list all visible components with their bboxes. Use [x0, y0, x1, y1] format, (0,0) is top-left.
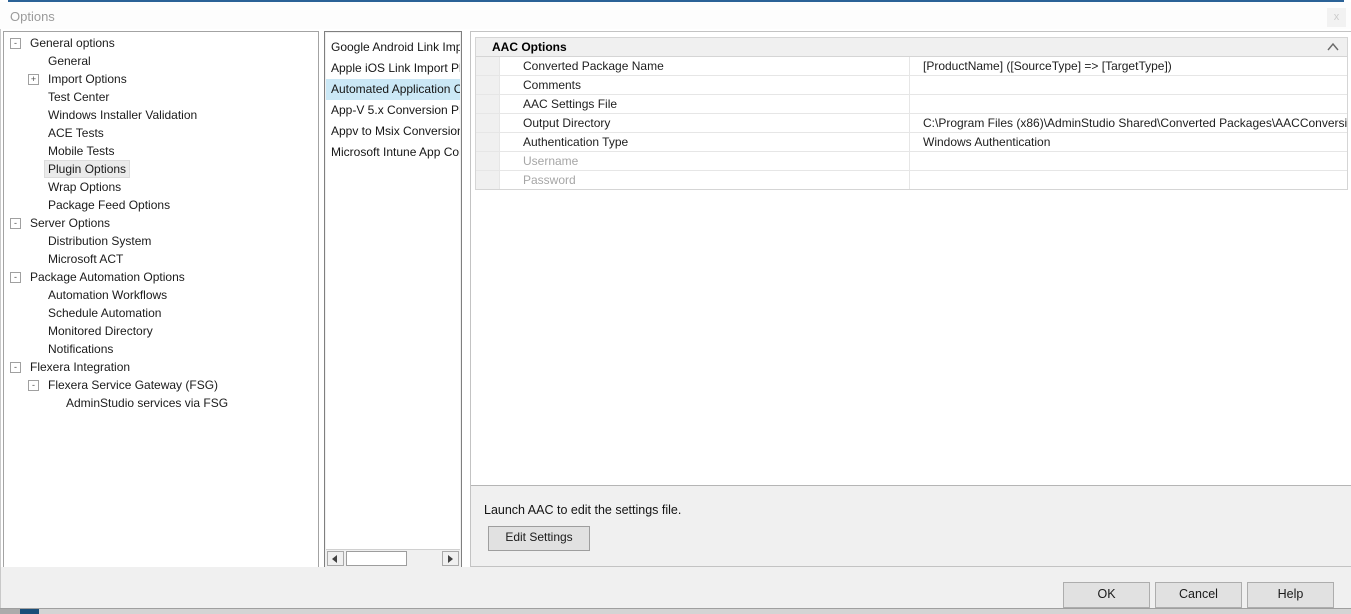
tree-item-windows-installer-validation[interactable]: Windows Installer Validation	[4, 106, 200, 124]
scrollbar-thumb[interactable]	[346, 551, 407, 566]
plugin-list-panel: Google Android Link Imp Apple iOS Link I…	[324, 31, 462, 568]
tree-item-package-automation-options[interactable]: -Package Automation Options	[4, 268, 188, 286]
titlebar: Options x	[0, 2, 1351, 29]
aac-options-title: AAC Options	[492, 38, 567, 56]
property-label: Output Directory	[500, 114, 910, 132]
help-button[interactable]: Help	[1247, 582, 1334, 608]
launch-aac-text: Launch AAC to edit the settings file.	[484, 503, 681, 517]
background-strip-blue	[20, 609, 39, 614]
property-label: AAC Settings File	[500, 95, 910, 113]
tree-item-flexera-service-gateway[interactable]: -Flexera Service Gateway (FSG)	[4, 376, 221, 394]
property-row-comments: Comments	[476, 76, 1347, 95]
tree-item-flexera-integration[interactable]: -Flexera Integration	[4, 358, 133, 376]
property-value-field[interactable]: [ProductName] ([SourceType] => [TargetTy…	[917, 57, 1347, 75]
background-strip	[0, 609, 1351, 614]
cancel-button[interactable]: Cancel	[1155, 582, 1242, 608]
window-title: Options	[10, 9, 55, 24]
tree-item-microsoft-act[interactable]: Microsoft ACT	[4, 250, 126, 268]
options-dialog: Options x -General options General +Impo…	[0, 0, 1351, 614]
property-row-converted-package-name: Converted Package Name [ProductName] ([S…	[476, 57, 1347, 76]
tree-item-mobile-tests[interactable]: Mobile Tests	[4, 142, 117, 160]
tree-item-schedule-automation[interactable]: Schedule Automation	[4, 304, 164, 322]
tree-item-package-feed-options[interactable]: Package Feed Options	[4, 196, 173, 214]
property-label: Comments	[500, 76, 910, 94]
expand-icon[interactable]: +	[28, 74, 39, 85]
tree-item-test-center[interactable]: Test Center	[4, 88, 112, 106]
tree-item-general-options[interactable]: -General options	[4, 34, 118, 52]
close-icon[interactable]: x	[1327, 8, 1346, 27]
tree-item-monitored-directory[interactable]: Monitored Directory	[4, 322, 156, 340]
property-row-authentication-type: Authentication Type Windows Authenticati…	[476, 133, 1347, 152]
property-row-username: Username	[476, 152, 1347, 171]
aac-property-grid: AAC Options Converted Package Name [Prod…	[475, 37, 1348, 190]
scroll-left-button[interactable]	[327, 551, 344, 566]
property-value-field[interactable]: C:\Program Files (x86)\AdminStudio Share…	[917, 114, 1347, 132]
scroll-right-button[interactable]	[442, 551, 459, 566]
property-value-field[interactable]: Windows Authentication	[917, 133, 1347, 151]
aac-options-header: AAC Options	[476, 38, 1347, 57]
list-item-apple-ios-link-import[interactable]: Apple iOS Link Import Plu	[326, 58, 460, 79]
ok-button[interactable]: OK	[1063, 582, 1150, 608]
list-item-appv-5x-conversion[interactable]: App-V 5.x Conversion Plu	[326, 100, 460, 121]
arrow-right-icon	[448, 555, 453, 563]
property-row-output-directory: Output Directory C:\Program Files (x86)\…	[476, 114, 1347, 133]
property-row-aac-settings-file: AAC Settings File	[476, 95, 1347, 114]
list-item-google-android-link-import[interactable]: Google Android Link Imp	[326, 37, 460, 58]
chevron-up-icon[interactable]	[1327, 42, 1339, 52]
arrow-left-icon	[332, 555, 337, 563]
property-value-field[interactable]	[917, 76, 1347, 94]
tree-item-general[interactable]: General	[4, 52, 94, 70]
property-label: Username	[500, 152, 910, 170]
tree-item-ace-tests[interactable]: ACE Tests	[4, 124, 107, 142]
tree-item-wrap-options[interactable]: Wrap Options	[4, 178, 124, 196]
tree-item-adminstudio-services-via-fsg[interactable]: AdminStudio services via FSG	[4, 394, 231, 412]
property-label: Password	[500, 171, 910, 189]
property-value-field	[917, 152, 1347, 170]
list-item-automated-application-conversion[interactable]: Automated Application C	[326, 79, 460, 100]
aac-options-panel: AAC Options Converted Package Name [Prod…	[470, 31, 1351, 567]
collapse-icon[interactable]: -	[10, 362, 21, 373]
property-label: Authentication Type	[500, 133, 910, 151]
tree-item-server-options[interactable]: -Server Options	[4, 214, 113, 232]
launch-aac-section: Launch AAC to edit the settings file. Ed…	[471, 485, 1351, 566]
options-tree: -General options General +Import Options…	[3, 31, 319, 568]
background-strip-gray	[0, 609, 20, 614]
property-row-password: Password	[476, 171, 1347, 189]
property-value-field	[917, 171, 1347, 189]
tree-item-import-options[interactable]: +Import Options	[4, 70, 130, 88]
edit-settings-button[interactable]: Edit Settings	[488, 526, 590, 551]
property-label: Converted Package Name	[500, 57, 910, 75]
property-value-field[interactable]	[917, 95, 1347, 113]
tree-item-distribution-system[interactable]: Distribution System	[4, 232, 154, 250]
tree-item-automation-workflows[interactable]: Automation Workflows	[4, 286, 170, 304]
plugin-list: Google Android Link Imp Apple iOS Link I…	[326, 33, 460, 549]
collapse-icon[interactable]: -	[10, 218, 21, 229]
collapse-icon[interactable]: -	[28, 380, 39, 391]
window-left-border	[0, 2, 1, 608]
dialog-footer: OK Cancel Help	[1, 567, 1351, 608]
collapse-icon[interactable]: -	[10, 38, 21, 49]
list-item-microsoft-intune-app-conversion[interactable]: Microsoft Intune App Con	[326, 142, 460, 163]
list-item-appv-to-msix-conversion[interactable]: Appv to Msix Conversion	[326, 121, 460, 142]
tree-item-plugin-options[interactable]: Plugin Options	[4, 160, 129, 178]
collapse-icon[interactable]: -	[10, 272, 21, 283]
tree-item-notifications[interactable]: Notifications	[4, 340, 116, 358]
horizontal-scrollbar[interactable]	[326, 549, 460, 566]
